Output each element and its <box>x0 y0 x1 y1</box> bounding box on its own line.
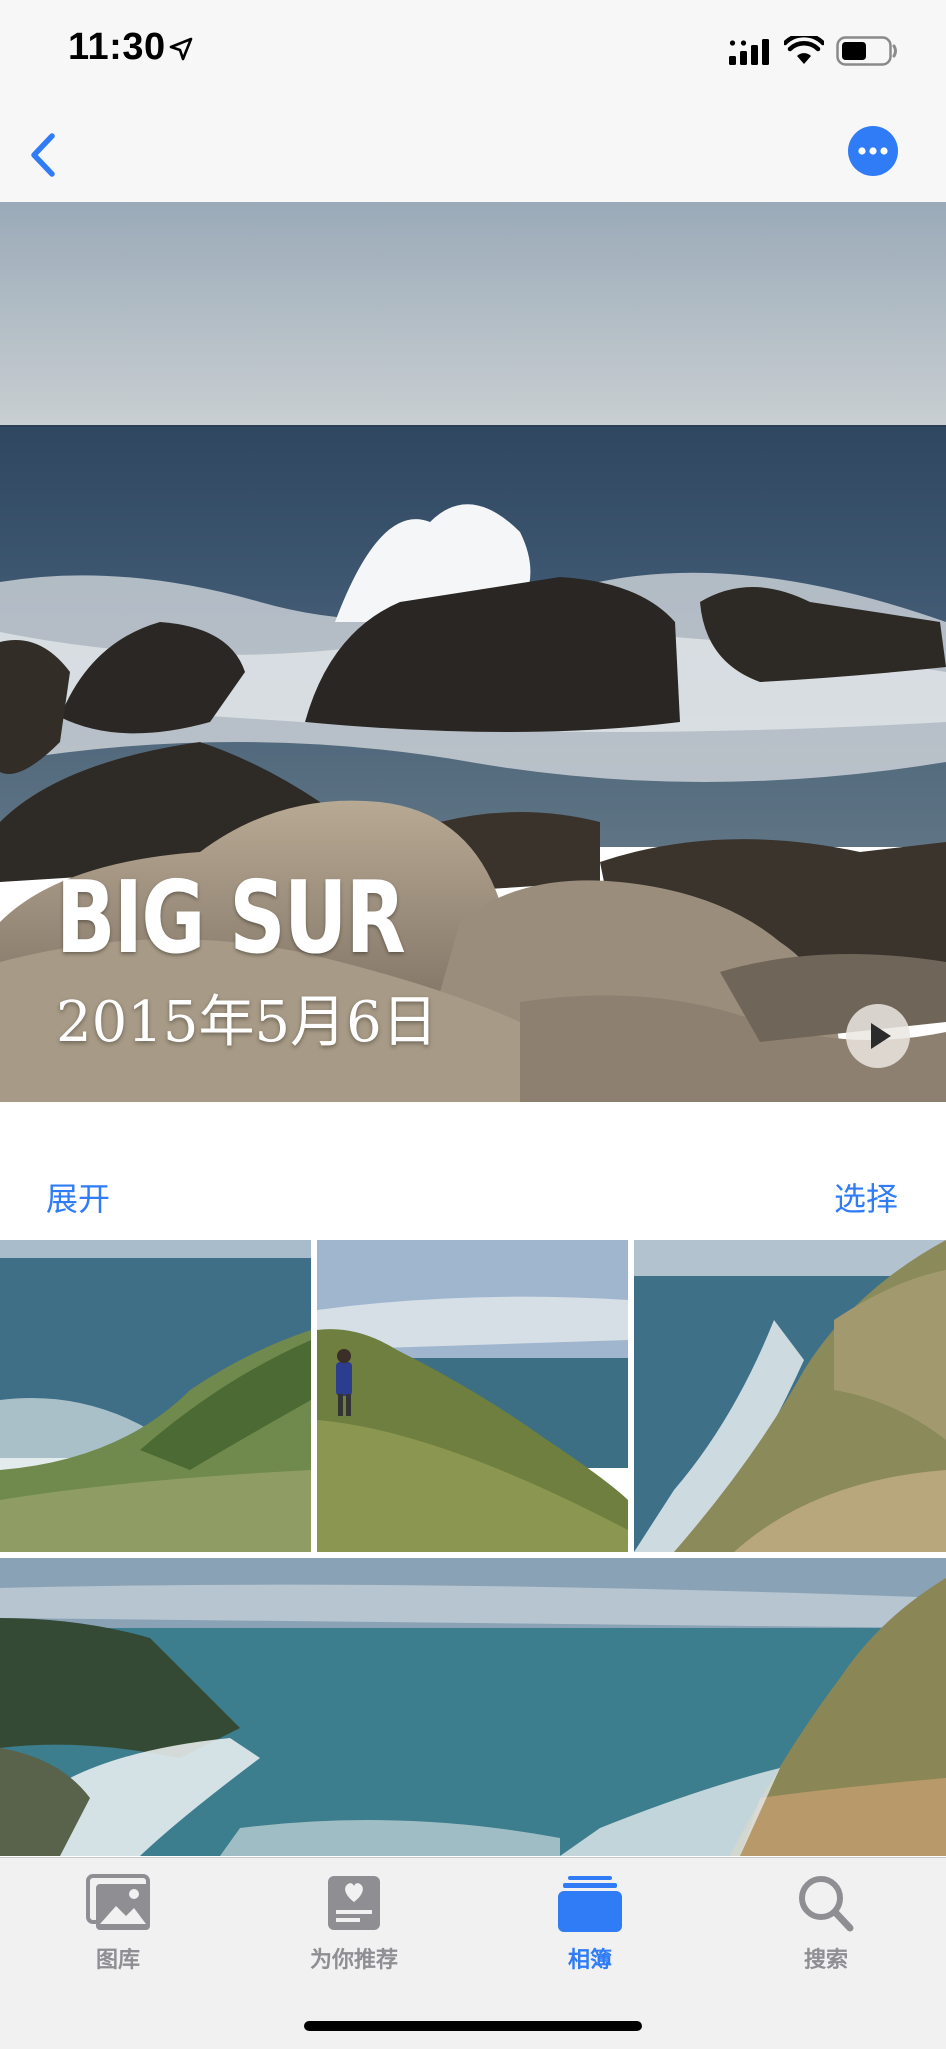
for-you-icon <box>328 1876 380 1930</box>
album-title: BIG SUR <box>56 859 406 976</box>
tab-bar: 图库 为你推荐 相簿 搜索 <box>0 1857 946 2049</box>
photo-image <box>317 1240 628 1552</box>
expand-button[interactable]: 展开 <box>46 1174 110 1220</box>
photo-grid <box>0 1240 946 1856</box>
photo-thumbnail-cliff-ocean-left[interactable] <box>0 1240 311 1552</box>
tab-label: 相簿 <box>567 1947 612 1972</box>
chevron-left-icon[interactable] <box>26 128 60 182</box>
play-icon <box>871 1023 891 1049</box>
photo-image <box>634 1240 946 1552</box>
photo-thumbnail-coastline-slope[interactable] <box>634 1240 946 1552</box>
photo-library-icon <box>86 1874 150 1930</box>
tab-albums[interactable]: 相簿 <box>472 1858 708 1988</box>
tab-search[interactable]: 搜索 <box>708 1858 944 1988</box>
play-memory-button[interactable] <box>846 1004 910 1068</box>
status-bar: 11:30 <box>0 0 946 110</box>
photo-image <box>0 1558 946 1856</box>
tab-label: 图库 <box>95 1947 140 1972</box>
photo-image <box>0 1240 311 1552</box>
albums-icon <box>558 1876 622 1932</box>
status-time: 11:30 <box>68 26 166 68</box>
battery-icon <box>836 36 897 66</box>
cellular-signal-icon <box>729 39 769 65</box>
nav-bar <box>0 110 946 203</box>
location-arrow-icon <box>169 37 193 61</box>
album-action-row: 展开 选择 <box>0 1102 946 1240</box>
tab-label: 为你推荐 <box>309 1947 398 1972</box>
photo-thumbnail-person-on-hill[interactable] <box>317 1240 628 1552</box>
album-date: 2015年5月6日 <box>56 990 438 1055</box>
search-icon <box>799 1876 854 1932</box>
tab-library[interactable]: 图库 <box>0 1858 236 1988</box>
ellipsis-circle-icon <box>858 147 888 155</box>
photo-thumbnail-panorama-cove[interactable] <box>0 1558 946 1856</box>
wifi-icon <box>784 36 824 64</box>
more-options-button[interactable] <box>848 126 898 176</box>
select-button[interactable]: 选择 <box>834 1174 898 1220</box>
tab-label: 搜索 <box>803 1947 848 1972</box>
tab-for-you[interactable]: 为你推荐 <box>236 1858 472 1988</box>
home-indicator[interactable] <box>304 2021 642 2031</box>
